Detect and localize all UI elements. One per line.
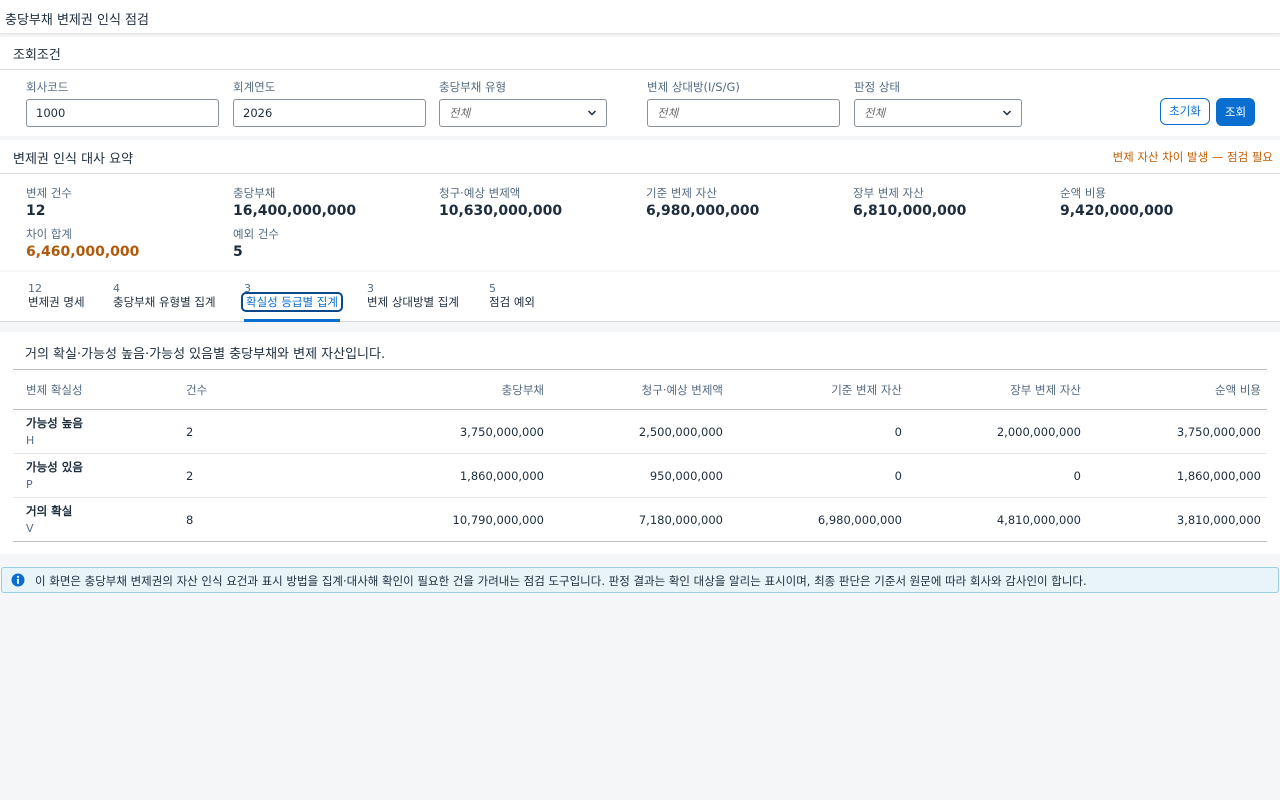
- kpi-label: 기준 변제 자산: [646, 186, 717, 200]
- chevron-down-icon: [1002, 110, 1012, 116]
- tab-label: 확실성 등급별 집계: [241, 292, 343, 312]
- table-header-row: 변제 확실성 건수 충당부채 청구·예상 변제액 기준 변제 자산 장부 변제 …: [13, 369, 1267, 410]
- table-row[interactable]: 거의 확실 V 8 10,790,000,000 7,180,000,000 6,…: [13, 498, 1267, 542]
- reset-button[interactable]: 초기화: [1160, 98, 1210, 125]
- provision-type-value: 전체: [449, 106, 471, 120]
- kpi-label: 청구·예상 변제액: [439, 186, 521, 200]
- certainty-code: V: [26, 521, 34, 535]
- tab-provision-type-summary[interactable]: 4 충당부채 유형별 집계: [113, 282, 216, 318]
- count-cell: 8: [186, 512, 194, 527]
- info-icon: [11, 573, 25, 587]
- tab-count: 5: [489, 282, 496, 295]
- difference-warning: 변제 자산 차이 발생 — 점검 필요: [1112, 150, 1273, 164]
- kpi-label: 충당부채: [233, 186, 276, 200]
- summary-panel: 변제권 인식 대사 요약 변제 자산 차이 발생 — 점검 필요 변제 건수 1…: [0, 140, 1280, 270]
- fiscal-year-input[interactable]: 2026: [233, 99, 426, 127]
- filter-panel: 조회조건 회사코드 1000 회계연도 2026 충당부채 유형 전체 변제 상…: [0, 37, 1280, 136]
- kpi-value: 9,420,000,000: [1060, 203, 1174, 219]
- kpi-label: 예외 건수: [233, 227, 279, 241]
- kpi-value-difference: 6,460,000,000: [26, 244, 140, 260]
- provision-cell: 10,790,000,000: [452, 512, 544, 527]
- claim-cell: 950,000,000: [649, 468, 723, 483]
- page-title: 충당부채 변제권 인식 점검: [5, 13, 149, 28]
- book-asset-cell: 2,000,000,000: [996, 424, 1081, 439]
- net-expense-cell: 3,750,000,000: [1176, 424, 1261, 439]
- provision-type-select[interactable]: 전체: [439, 99, 607, 127]
- fiscal-year-label: 회계연도: [233, 80, 276, 94]
- base-asset-cell: 0: [894, 468, 902, 483]
- provision-type-label: 충당부채 유형: [439, 80, 507, 94]
- kpi-value: 16,400,000,000: [233, 203, 357, 219]
- search-button[interactable]: 조회: [1216, 98, 1255, 126]
- kpi-value: 5: [233, 244, 243, 260]
- kpi-label: 변제 건수: [26, 186, 72, 200]
- column-header[interactable]: 충당부채: [296, 370, 550, 410]
- certainty-table: 변제 확실성 건수 충당부채 청구·예상 변제액 기준 변제 자산 장부 변제 …: [13, 369, 1267, 542]
- chevron-down-icon: [587, 110, 597, 116]
- certainty-name: 가능성 높음: [26, 415, 83, 430]
- tab-label: 점검 예외: [489, 295, 535, 309]
- base-asset-cell: 6,980,000,000: [817, 512, 902, 527]
- filter-title: 조회조건: [13, 48, 61, 63]
- column-header[interactable]: 건수: [186, 370, 296, 410]
- claim-cell: 2,500,000,000: [638, 424, 723, 439]
- tab-count: 4: [113, 282, 120, 295]
- table-row[interactable]: 가능성 높음 H 2 3,750,000,000 2,500,000,000 0 …: [13, 410, 1267, 454]
- kpi-value: 6,810,000,000: [853, 203, 967, 219]
- column-header[interactable]: 기준 변제 자산: [729, 370, 908, 410]
- tab-count: 12: [28, 282, 42, 295]
- column-header[interactable]: 변제 확실성: [13, 370, 186, 410]
- tab-reimbursement-detail[interactable]: 12 변제권 명세: [28, 282, 85, 318]
- tab-label: 변제 상대방별 집계: [367, 295, 459, 309]
- claim-cell: 7,180,000,000: [638, 512, 723, 527]
- tab-counterparty-summary[interactable]: 3 변제 상대방별 집계: [367, 282, 459, 318]
- company-code-input[interactable]: 1000: [26, 99, 219, 127]
- net-expense-cell: 1,860,000,000: [1176, 468, 1261, 483]
- kpi-label: 순액 비용: [1060, 186, 1106, 200]
- tab-certainty-summary[interactable]: 3 확실성 등급별 집계: [241, 282, 343, 322]
- tab-label: 충당부채 유형별 집계: [113, 295, 216, 309]
- table-description: 거의 확실·가능성 높음·가능성 있음별 충당부채와 변제 자산입니다.: [25, 347, 386, 362]
- tab-bar: 12 변제권 명세 4 충당부채 유형별 집계 3 확실성 등급별 집계 3 변…: [0, 272, 1280, 322]
- count-cell: 2: [186, 468, 194, 483]
- certainty-name: 가능성 있음: [26, 459, 83, 474]
- provision-cell: 3,750,000,000: [459, 424, 544, 439]
- book-asset-cell: 0: [1073, 468, 1081, 483]
- certainty-code: P: [26, 477, 33, 491]
- kpi-value: 10,630,000,000: [439, 203, 563, 219]
- column-header[interactable]: 청구·예상 변제액: [550, 370, 729, 410]
- column-header[interactable]: 순액 비용: [1087, 370, 1267, 410]
- summary-title: 변제권 인식 대사 요약: [13, 152, 134, 167]
- tab-label: 변제권 명세: [28, 295, 85, 309]
- certainty-table-panel: 거의 확실·가능성 높음·가능성 있음별 충당부채와 변제 자산입니다. 변제 …: [0, 332, 1280, 554]
- count-cell: 2: [186, 424, 194, 439]
- judgment-status-select[interactable]: 전체: [854, 99, 1022, 127]
- counterparty-input[interactable]: 전체: [647, 99, 840, 127]
- active-tab-indicator: [244, 319, 340, 322]
- judgment-status-value: 전체: [864, 106, 886, 120]
- tab-count: 3: [244, 282, 251, 295]
- info-message-strip: 이 화면은 충당부채 변제권의 자산 인식 요건과 표시 방법을 집계·대사해 …: [1, 567, 1279, 593]
- kpi-value: 6,980,000,000: [646, 203, 760, 219]
- table-row[interactable]: 가능성 있음 P 2 1,860,000,000 950,000,000 0 0 …: [13, 454, 1267, 498]
- title-bar: 충당부채 변제권 인식 점검: [0, 0, 1280, 34]
- certainty-name: 거의 확실: [26, 503, 73, 518]
- kpi-label: 차이 합계: [26, 227, 72, 241]
- company-code-label: 회사코드: [26, 80, 69, 94]
- info-message: 이 화면은 충당부채 변제권의 자산 인식 요건과 표시 방법을 집계·대사해 …: [35, 574, 1087, 588]
- column-header[interactable]: 장부 변제 자산: [908, 370, 1087, 410]
- net-expense-cell: 3,810,000,000: [1176, 512, 1261, 527]
- kpi-value: 12: [26, 203, 46, 219]
- kpi-label: 장부 변제 자산: [853, 186, 924, 200]
- tab-count: 3: [367, 282, 374, 295]
- base-asset-cell: 0: [894, 424, 902, 439]
- counterparty-label: 변제 상대방(I/S/G): [647, 80, 740, 94]
- judgment-status-label: 판정 상태: [854, 80, 900, 94]
- book-asset-cell: 4,810,000,000: [996, 512, 1081, 527]
- tab-exceptions[interactable]: 5 점검 예외: [489, 282, 535, 318]
- certainty-code: H: [26, 433, 35, 447]
- provision-cell: 1,860,000,000: [459, 468, 544, 483]
